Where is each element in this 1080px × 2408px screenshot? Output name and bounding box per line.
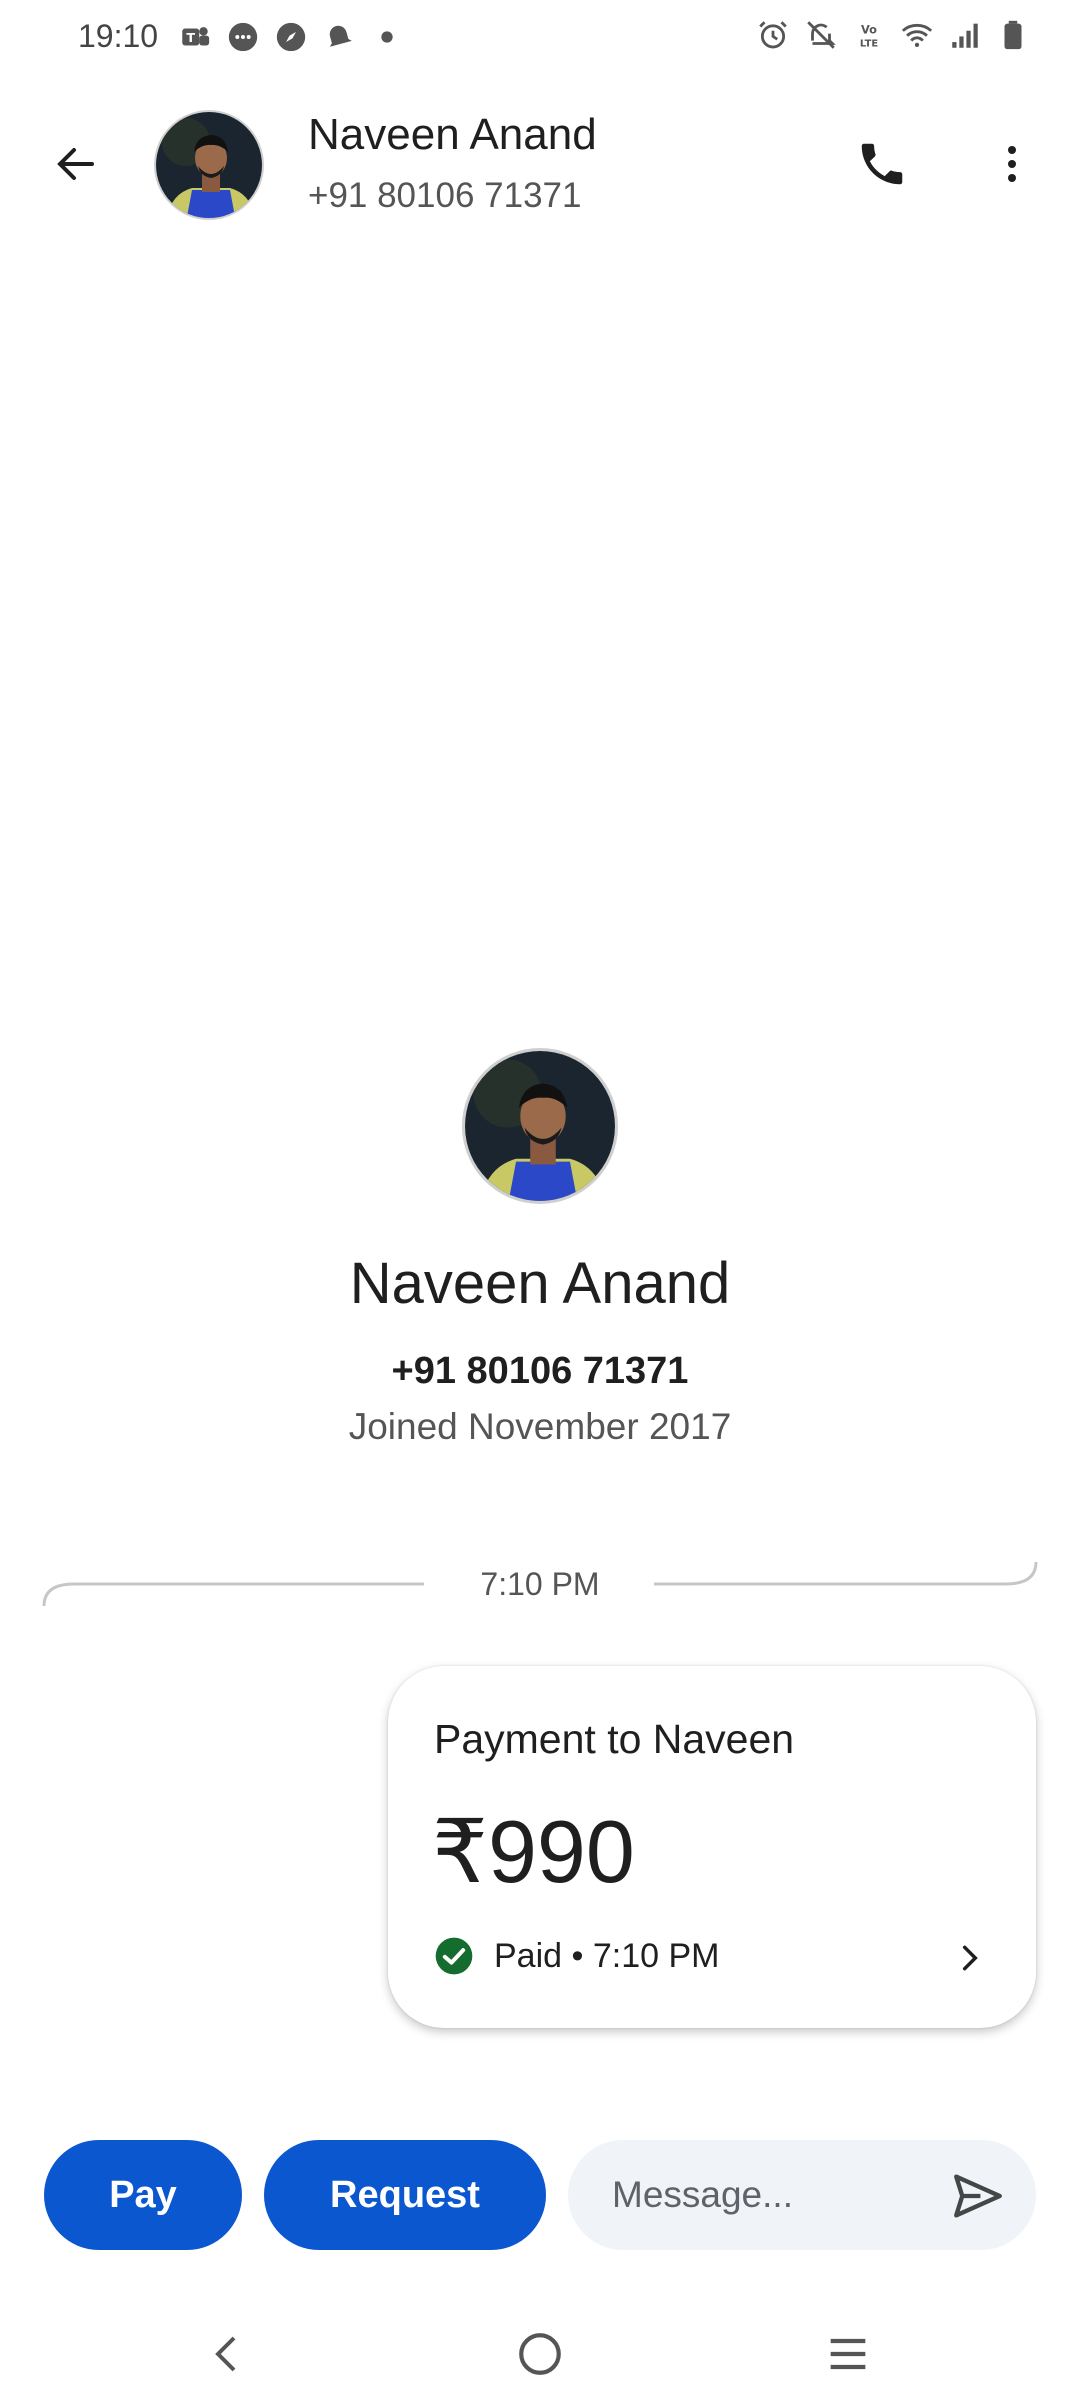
navigation-bar xyxy=(0,2300,1080,2408)
nav-recents-icon xyxy=(830,2338,866,2370)
payment-card[interactable]: Payment to Naveen ₹990 Paid • 7:10 PM xyxy=(388,1666,1036,2028)
dot-icon xyxy=(370,20,404,54)
nav-back-icon xyxy=(215,2336,236,2372)
nav-back-button[interactable] xyxy=(196,2322,260,2386)
signal-icon xyxy=(948,18,982,52)
system-icons: Vo LTE xyxy=(756,18,1030,52)
battery-icon xyxy=(996,18,1030,52)
notification-icons: T xyxy=(178,20,404,54)
more-options-button[interactable] xyxy=(976,128,1048,200)
wifi-icon xyxy=(900,18,934,52)
teams-icon: T xyxy=(178,20,212,54)
chat-icon xyxy=(226,20,260,54)
profile-joined-date: Joined November 2017 xyxy=(348,1406,732,1447)
contact-name: Naveen Anand xyxy=(308,110,597,159)
status-time: 19:10 xyxy=(78,18,159,54)
send-button[interactable] xyxy=(946,2164,1010,2228)
contact-phone: +91 80106 71371 xyxy=(308,176,582,215)
timeline-separator: 7:10 PM xyxy=(0,1550,1080,1620)
payment-details-chevron[interactable] xyxy=(950,1938,990,1978)
nav-recents-button[interactable] xyxy=(816,2322,880,2386)
avatar-photo xyxy=(156,112,262,218)
chevron-right-icon xyxy=(962,1945,978,1971)
volte-icon: Vo LTE xyxy=(852,18,886,52)
timeline-time: 7:10 PM xyxy=(480,1566,600,1602)
conversation-header: Naveen Anand +91 80106 71371 xyxy=(0,100,1080,230)
profile-avatar-photo xyxy=(465,1051,615,1201)
profile-avatar xyxy=(462,1048,618,1204)
payment-title: Payment to Naveen xyxy=(434,1716,795,1762)
svg-text:T: T xyxy=(186,31,195,46)
call-button[interactable] xyxy=(846,128,918,200)
payment-status-text: Paid • 7:10 PM xyxy=(494,1936,720,1975)
profile-name: Naveen Anand xyxy=(349,1251,731,1316)
profile-phone: +91 80106 71371 xyxy=(391,1350,689,1392)
nav-home-button[interactable] xyxy=(508,2322,572,2386)
more-vertical-icon xyxy=(1008,146,1016,182)
contact-avatar[interactable] xyxy=(154,110,264,220)
screen: 19:10 T Vo LTE Naveen Anand +91 80106 71… xyxy=(0,0,1080,2408)
phone-icon xyxy=(861,143,903,185)
svg-text:LTE: LTE xyxy=(860,38,878,49)
back-button[interactable] xyxy=(40,128,112,200)
pay-button[interactable]: Pay xyxy=(44,2140,242,2250)
check-circle-icon xyxy=(435,1937,473,1975)
alarm-icon xyxy=(756,18,790,52)
status-bar: 19:10 T Vo LTE xyxy=(0,0,1080,80)
back-arrow-icon xyxy=(57,148,94,180)
bell-icon xyxy=(322,20,356,54)
send-icon xyxy=(954,2174,1002,2218)
request-button[interactable]: Request xyxy=(264,2140,546,2250)
message-composer xyxy=(568,2140,1036,2250)
message-input[interactable] xyxy=(612,2166,912,2224)
svg-text:Vo: Vo xyxy=(861,23,877,37)
payment-status: Paid • 7:10 PM xyxy=(434,1936,719,1976)
compass-icon xyxy=(274,20,308,54)
nav-home-icon xyxy=(519,2333,561,2375)
payment-amount: ₹990 xyxy=(432,1802,635,1901)
mute-icon xyxy=(804,18,838,52)
